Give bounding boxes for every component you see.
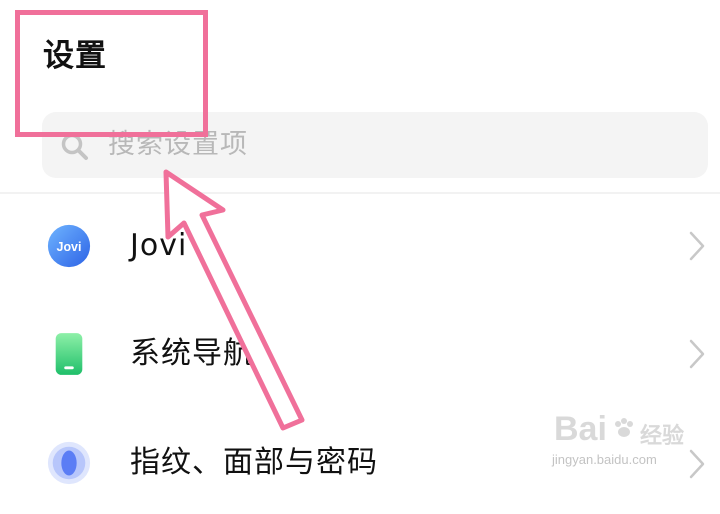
settings-item-label: 指纹、面部与密码	[130, 445, 378, 480]
settings-item-system-navigation[interactable]: 系统导航	[0, 302, 720, 406]
phone-navigation-icon	[55, 333, 83, 375]
search-placeholder: 搜索设置项	[108, 129, 248, 160]
jovi-icon: Jovi	[47, 224, 91, 268]
chevron-right-icon	[689, 231, 705, 261]
settings-item-label: 系统导航	[130, 336, 254, 371]
fingerprint-icon	[47, 441, 91, 485]
page-title: 设置	[43, 38, 107, 74]
search-icon	[61, 133, 88, 160]
search-bar[interactable]: 搜索设置项	[42, 112, 708, 178]
jovi-icon-text: Jovi	[57, 240, 82, 254]
chevron-right-icon	[689, 339, 705, 369]
settings-item-fingerprint-face-password[interactable]: 指纹、面部与密码	[0, 410, 720, 514]
chevron-right-icon	[689, 449, 705, 479]
settings-item-label: Jovi	[130, 228, 188, 263]
settings-item-jovi[interactable]: Jovi Jovi	[0, 194, 720, 298]
